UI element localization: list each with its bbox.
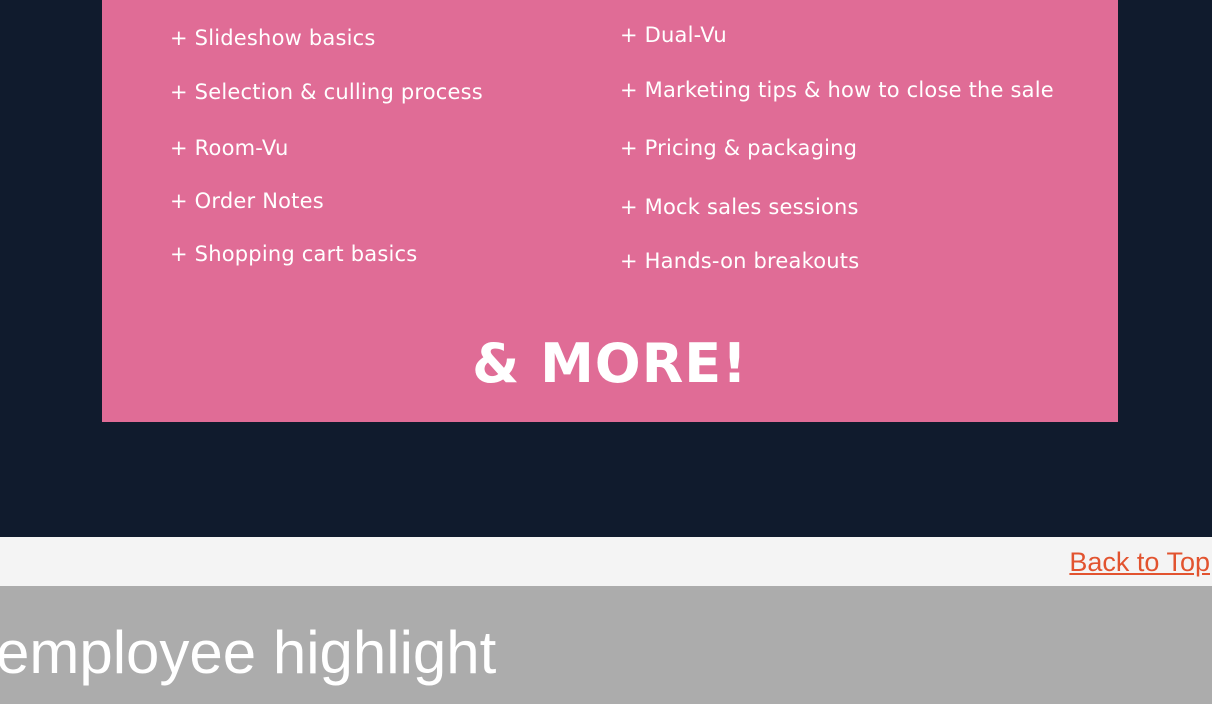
back-to-top-bar: Back to Top (0, 537, 1212, 586)
feature-item: + Dual-Vu (620, 23, 727, 47)
section-header: employee highlight (0, 586, 1212, 704)
hero-section: + Slideshow basics + Selection & culling… (0, 0, 1212, 537)
section-title: employee highlight (0, 619, 497, 686)
feature-item: + Room-Vu (170, 136, 289, 160)
feature-item: + Mock sales sessions (620, 195, 859, 219)
feature-item: + Hands-on breakouts (620, 249, 860, 273)
and-more-heading: & MORE! (472, 332, 748, 395)
feature-card: + Slideshow basics + Selection & culling… (102, 0, 1118, 422)
back-to-top-link[interactable]: Back to Top (1069, 547, 1210, 577)
feature-item: + Slideshow basics (170, 26, 376, 50)
feature-item: + Marketing tips & how to close the sale (620, 78, 1054, 102)
feature-item: + Shopping cart basics (170, 242, 418, 266)
feature-item: + Order Notes (170, 189, 324, 213)
feature-item: + Selection & culling process (170, 80, 483, 104)
feature-item: + Pricing & packaging (620, 136, 858, 160)
